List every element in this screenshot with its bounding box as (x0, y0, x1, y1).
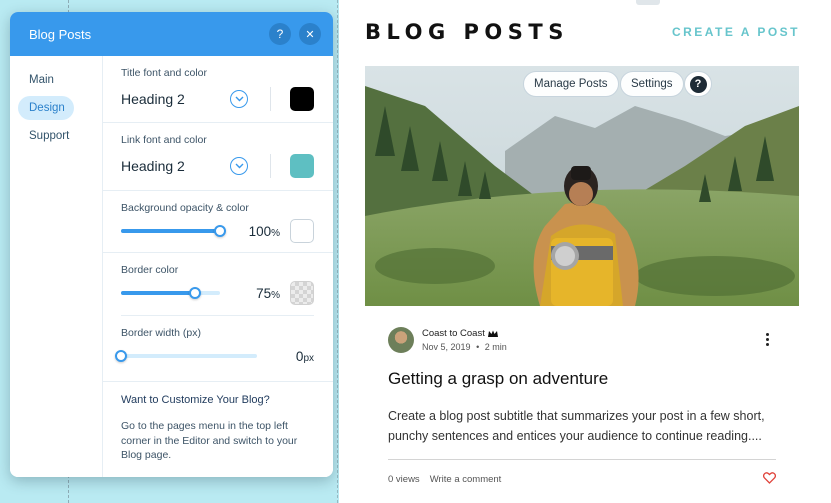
background-label: Background opacity & color (121, 202, 249, 214)
chevron-down-icon[interactable] (230, 90, 248, 108)
post-footer: 0 views Write a comment (388, 474, 501, 485)
background-opacity-slider[interactable] (121, 225, 226, 237)
post-author-meta: Coast to Coast Nov 5, 2019 • 2 min (388, 327, 507, 353)
post-title[interactable]: Getting a grasp on adventure (388, 369, 608, 389)
author-name[interactable]: Coast to Coast (422, 328, 485, 339)
border-color-label: Border color (121, 264, 179, 276)
chevron-down-icon[interactable] (230, 157, 248, 175)
link-color-swatch[interactable] (290, 154, 314, 178)
heart-icon[interactable] (763, 472, 776, 484)
post-date-row: Nov 5, 2019 • 2 min (422, 342, 507, 352)
promo-title: Want to Customize Your Blog? (121, 394, 270, 406)
border-opacity-slider[interactable] (121, 287, 220, 299)
crown-icon (487, 330, 498, 337)
blog-heading: BLOG POSTS (365, 20, 569, 44)
help-button[interactable]: ? (684, 71, 712, 97)
background-color-swatch[interactable] (290, 219, 314, 243)
nav-item-support[interactable]: Support (18, 124, 74, 148)
editor-handle (636, 0, 660, 5)
divider (388, 459, 776, 460)
link-font-section: Link font and color Heading 2 (103, 123, 333, 191)
nav-item-design[interactable]: Design (18, 96, 74, 120)
border-opacity-value[interactable]: 75% (256, 286, 280, 301)
create-post-link[interactable]: CREATE A POST (672, 25, 800, 39)
meta-separator: • (476, 342, 480, 352)
settings-button[interactable]: Settings (620, 71, 684, 97)
help-icon[interactable]: ? (269, 23, 291, 45)
close-icon[interactable]: ✕ (299, 23, 321, 45)
view-count: 0 views (388, 474, 420, 485)
panel-side-nav: Main Design Support (10, 56, 103, 477)
help-icon: ? (689, 75, 707, 93)
border-width-label: Border width (px) (121, 327, 201, 339)
panel-header: Blog Posts ? ✕ (10, 12, 333, 56)
divider (270, 154, 271, 178)
border-color-swatch[interactable] (290, 281, 314, 305)
post-date: Nov 5, 2019 (422, 342, 471, 352)
title-color-swatch[interactable] (290, 87, 314, 111)
border-color-section: Border color 75% (103, 253, 333, 316)
title-font-label: Title font and color (121, 67, 207, 79)
author-name-row[interactable]: Coast to Coast (422, 328, 507, 339)
slider-handle[interactable] (115, 350, 127, 362)
panel-title: Blog Posts (29, 26, 92, 42)
title-font-value[interactable]: Heading 2 (121, 91, 230, 107)
blog-posts-settings-panel: Blog Posts ? ✕ Main Design Support Title… (10, 12, 333, 477)
link-font-value[interactable]: Heading 2 (121, 158, 230, 174)
divider (270, 87, 271, 111)
background-section: Background opacity & color 100% (103, 191, 333, 253)
design-settings: Title font and color Heading 2 Link font… (103, 56, 333, 477)
customize-promo: Want to Customize Your Blog? Go to the p… (103, 382, 333, 463)
manage-posts-button[interactable]: Manage Posts (523, 71, 619, 97)
hiker-landscape-image (365, 66, 799, 306)
post-excerpt[interactable]: Create a blog post subtitle that summari… (388, 407, 780, 446)
read-time: 2 min (484, 342, 507, 352)
post-cover-image[interactable]: Manage Posts Settings ? (365, 66, 799, 306)
slider-handle[interactable] (189, 287, 202, 299)
more-options-icon[interactable] (763, 333, 771, 347)
slider-handle[interactable] (214, 225, 226, 237)
avatar[interactable] (388, 327, 414, 353)
background-opacity-value[interactable]: 100% (249, 224, 280, 239)
write-comment-link[interactable]: Write a comment (430, 474, 502, 485)
promo-text: Go to the pages menu in the top left cor… (121, 420, 298, 461)
editor-guide-line (337, 0, 338, 503)
border-width-value[interactable]: 0px (296, 349, 314, 364)
title-font-section: Title font and color Heading 2 (103, 56, 333, 123)
blog-preview: BLOG POSTS CREATE A POST Manage Posts Se… (339, 0, 831, 503)
nav-item-main[interactable]: Main (18, 68, 74, 92)
link-font-label: Link font and color (121, 134, 207, 146)
border-width-section: Border width (px) 0px (103, 316, 333, 382)
border-width-slider[interactable] (115, 350, 257, 362)
